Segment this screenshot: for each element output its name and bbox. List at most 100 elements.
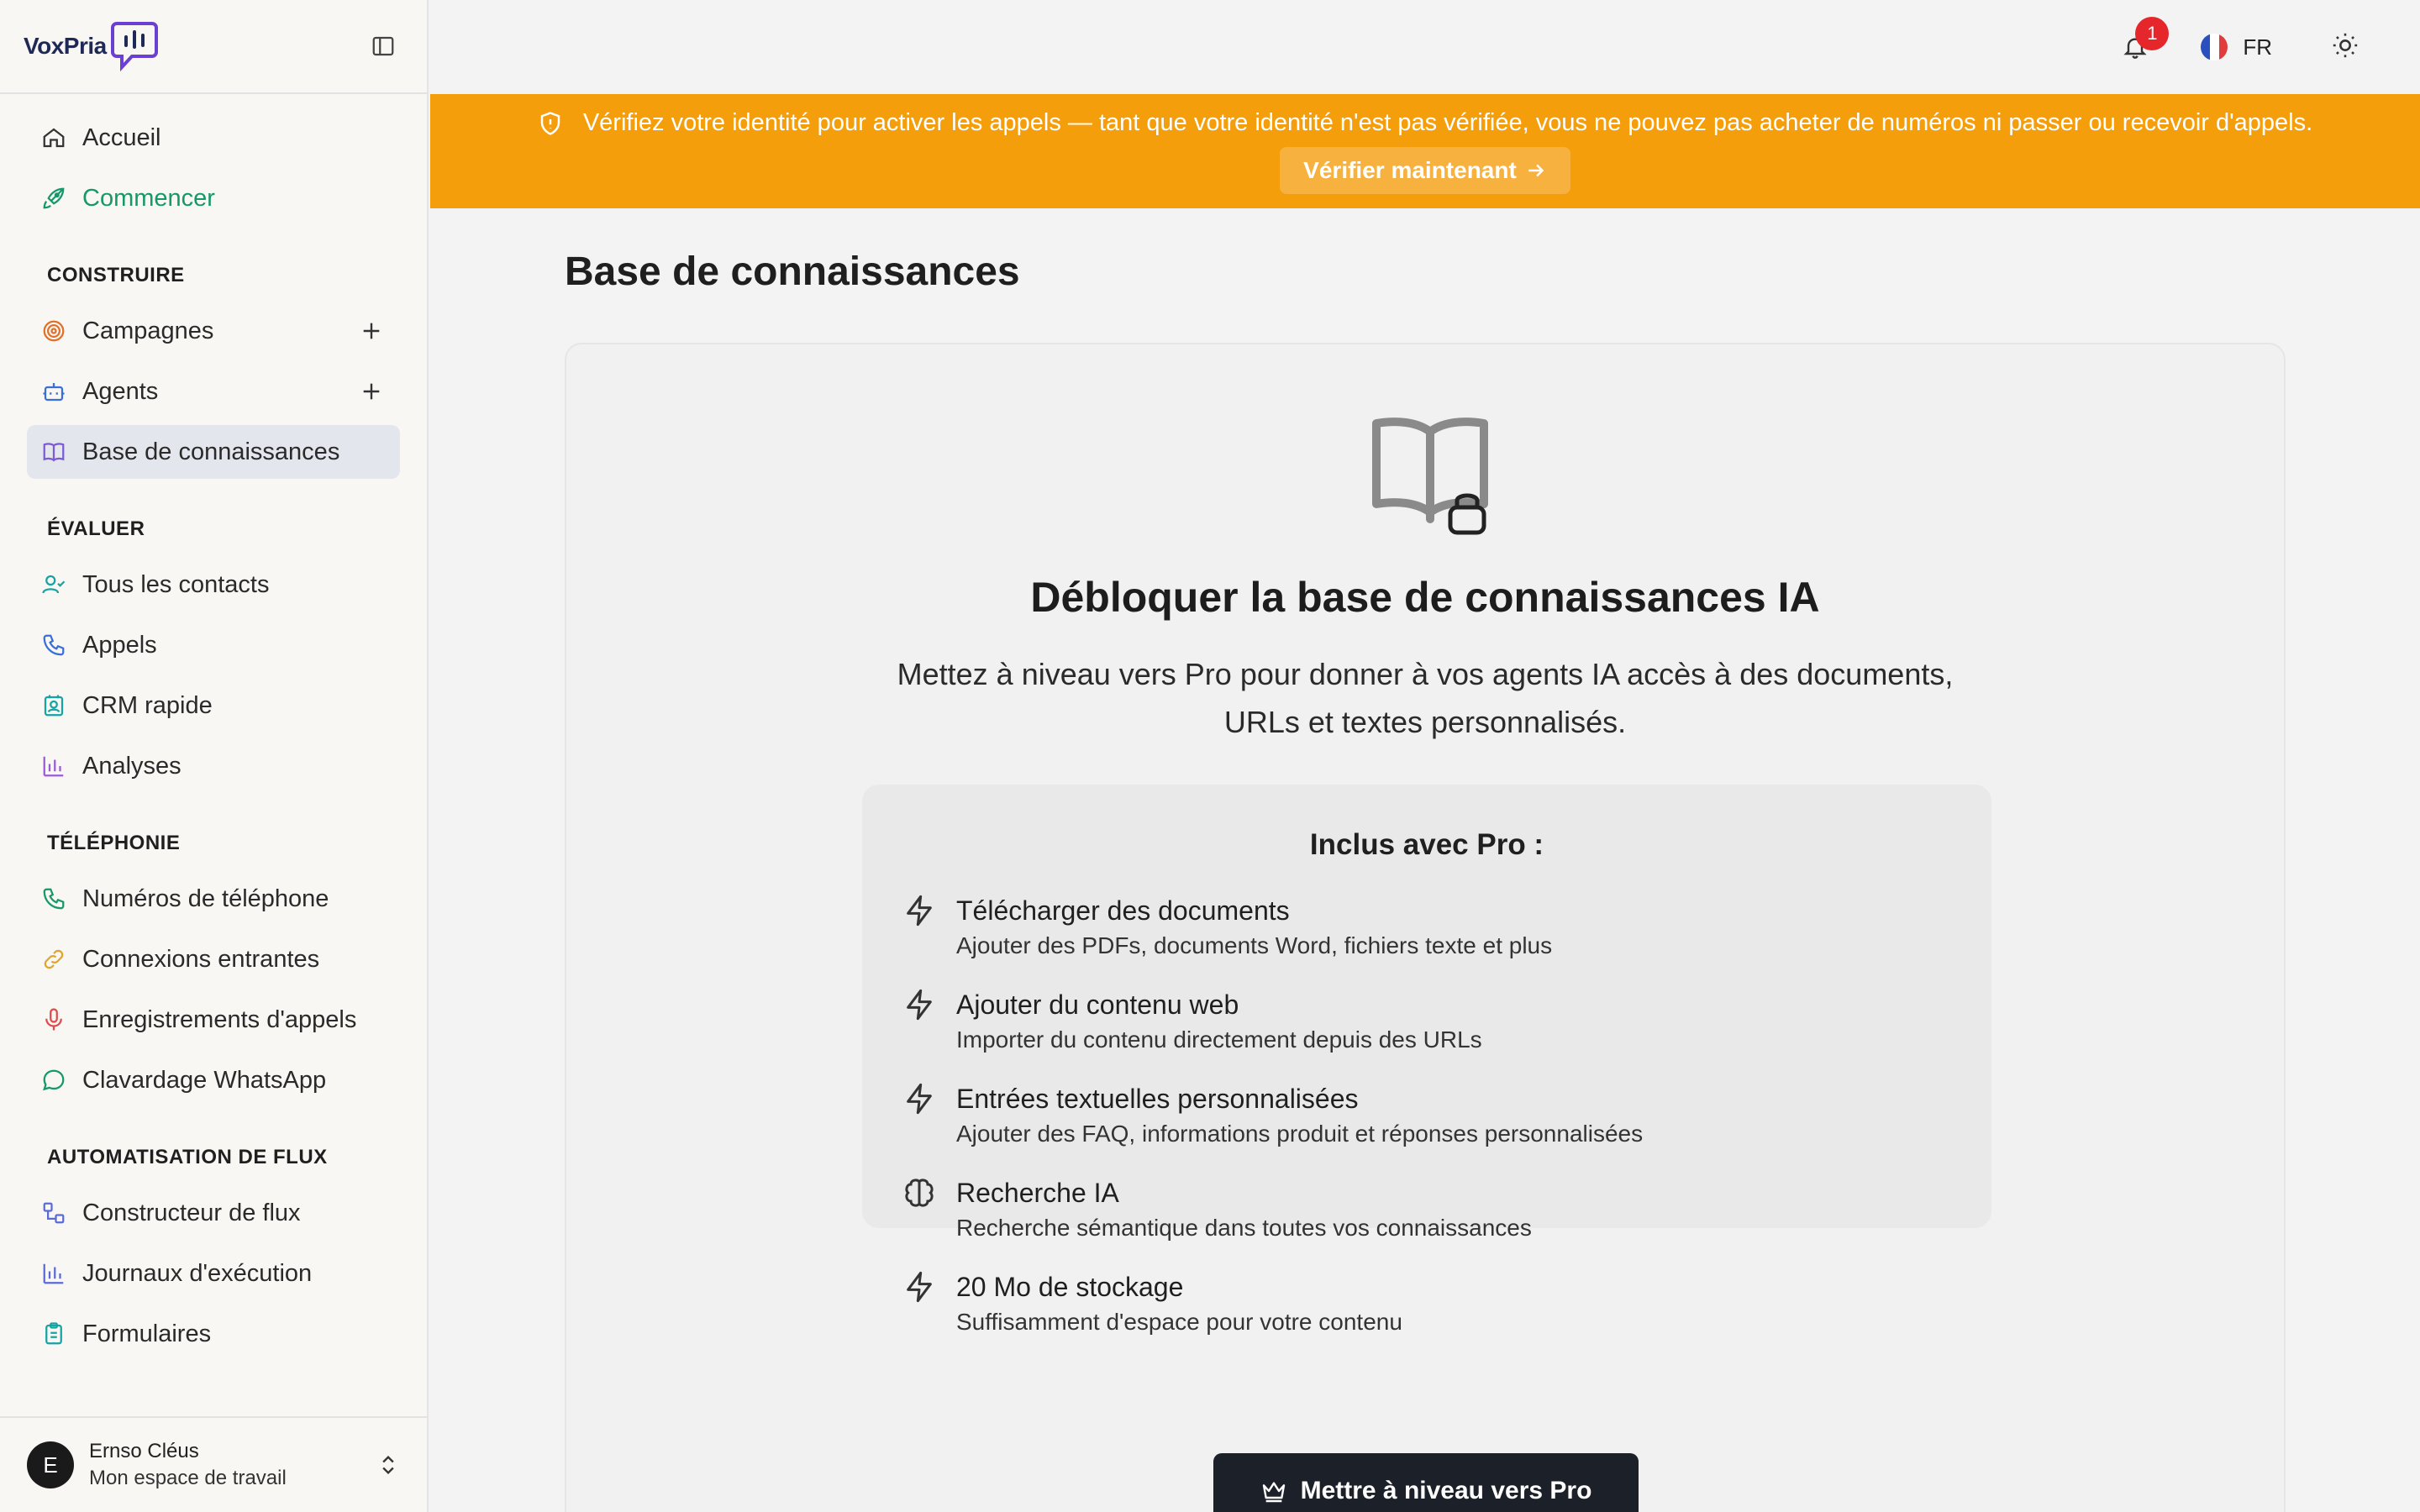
sidebar-item-tous-les-contacts[interactable]: Tous les contacts xyxy=(27,558,400,612)
sidebar-item-enregistrements[interactable]: Enregistrements d'appels xyxy=(27,993,400,1047)
panel-left-icon xyxy=(372,36,394,56)
notifications-button[interactable]: 1 xyxy=(2117,17,2170,66)
included-features-panel: Inclus avec Pro : Télécharger des docume… xyxy=(862,785,1991,1335)
sidebar-item-commencer[interactable]: Commencer xyxy=(27,171,400,225)
topbar: 1 FR xyxy=(430,0,2420,94)
brain-icon xyxy=(905,1179,934,1207)
sidebar-item-base-de-connaissances[interactable]: Base de connaissances xyxy=(27,425,400,479)
sidebar-item-crm-rapide[interactable]: CRM rapide xyxy=(27,679,400,732)
user-menu[interactable]: E Ernso Cléus Mon espace de travail xyxy=(0,1416,427,1512)
sidebar-header: VoxPria xyxy=(0,0,427,94)
verify-now-label: Vérifier maintenant xyxy=(1303,157,1517,183)
add-agent-icon[interactable] xyxy=(358,378,385,405)
sidebar-item-accueil[interactable]: Accueil xyxy=(27,111,400,165)
sidebar-item-label: Base de connaissances xyxy=(82,438,340,465)
bar-chart-icon xyxy=(40,753,67,780)
sidebar-item-journaux[interactable]: Journaux d'exécution xyxy=(27,1247,400,1300)
phone-icon xyxy=(40,885,67,912)
page-title: Base de connaissances xyxy=(565,249,1020,294)
included-title: Inclus avec Pro : xyxy=(1309,828,1544,861)
feature-desc: Importer du contenu directement depuis d… xyxy=(956,1026,1482,1053)
bolt-icon xyxy=(907,895,932,927)
hero-title: Débloquer la base de connaissances IA xyxy=(1030,574,1820,621)
sidebar-item-label: Analyses xyxy=(82,752,182,780)
sidebar-item-label: Campagnes xyxy=(82,317,214,344)
sidebar-item-connexions-entrantes[interactable]: Connexions entrantes xyxy=(27,932,400,986)
verify-now-button[interactable]: Vérifier maintenant xyxy=(1280,147,1570,194)
clipboard-icon xyxy=(40,1320,67,1347)
feature-desc: Ajouter des FAQ, informations produit et… xyxy=(956,1121,1644,1147)
crown-icon xyxy=(1262,1482,1285,1503)
sidebar-nav: Accueil Commencer CONSTRUIRE Campagnes A… xyxy=(0,94,427,1361)
home-icon xyxy=(40,124,67,151)
feature-desc: Ajouter des PDFs, documents Word, fichie… xyxy=(956,932,1553,958)
contact-card-icon xyxy=(40,692,67,719)
france-flag-icon xyxy=(2201,34,2228,60)
upgrade-card: Débloquer la base de connaissances IA Me… xyxy=(565,343,2286,1512)
sidebar-item-appels[interactable]: Appels xyxy=(27,618,400,672)
chevrons-up-down-icon xyxy=(382,1456,394,1474)
feature-item: Recherche IA Recherche sémantique dans to… xyxy=(902,1176,1643,1270)
avatar: E xyxy=(27,1441,74,1488)
sidebar-item-numeros[interactable]: Numéros de téléphone xyxy=(27,872,400,926)
language-selector[interactable]: FR xyxy=(2201,34,2272,60)
sidebar-item-label: Tous les contacts xyxy=(82,570,270,598)
bolt-icon xyxy=(907,1271,932,1303)
add-campaign-icon[interactable] xyxy=(358,318,385,344)
sidebar-item-label: Connexions entrantes xyxy=(82,945,320,973)
feature-title: Entrées textuelles personnalisées xyxy=(956,1084,1359,1114)
feature-title: Recherche IA xyxy=(956,1178,1119,1208)
sidebar-item-formulaires[interactable]: Formulaires xyxy=(27,1307,400,1361)
workflow-icon xyxy=(40,1200,67,1226)
feature-item: 20 Mo de stockage Suffisamment d'espace p… xyxy=(902,1270,1643,1364)
sidebar-item-label: Numéros de téléphone xyxy=(82,885,329,912)
theme-toggle-button[interactable] xyxy=(2331,31,2360,64)
sidebar-item-analyses[interactable]: Analyses xyxy=(27,739,400,793)
feature-list: Télécharger des documents Ajouter des PDF… xyxy=(902,894,1643,1364)
sidebar-item-label: Journaux d'exécution xyxy=(82,1259,313,1287)
section-title-construire: CONSTRUIRE xyxy=(47,264,185,286)
arrow-right-icon xyxy=(1528,164,1544,177)
feature-desc: Suffisamment d'espace pour votre contenu xyxy=(956,1309,1402,1335)
logo[interactable]: VoxPria xyxy=(24,20,159,72)
chat-bubble-icon xyxy=(40,1067,67,1094)
hero-subtitle-line-1: Mettez à niveau vers Pro pour donner à v… xyxy=(897,657,1954,691)
logo-text: VoxPria xyxy=(24,33,107,59)
bolt-icon xyxy=(907,1083,932,1115)
user-workspace: Mon espace de travail xyxy=(89,1467,287,1489)
sidebar-item-constructeur-de-flux[interactable]: Constructeur de flux xyxy=(27,1186,400,1240)
feature-title: Télécharger des documents xyxy=(956,895,1290,926)
shield-alert-icon xyxy=(540,111,560,135)
bar-chart-icon xyxy=(40,1260,67,1287)
bolt-icon xyxy=(907,989,932,1021)
sidebar-item-label: Agents xyxy=(82,377,159,405)
target-icon xyxy=(40,318,67,344)
book-icon xyxy=(40,438,67,465)
section-title-evaluer: ÉVALUER xyxy=(47,517,145,540)
mic-icon xyxy=(40,1006,67,1033)
hero-subtitle-line-2: URLs et textes personnalisés. xyxy=(1223,705,1627,739)
sidebar-toggle-button[interactable] xyxy=(368,31,398,61)
rocket-icon xyxy=(40,185,67,212)
feature-title: 20 Mo de stockage xyxy=(956,1272,1184,1302)
phone-icon xyxy=(40,632,67,659)
feature-item: Ajouter du contenu web Importer du conten… xyxy=(902,988,1643,1082)
sidebar-item-label: Accueil xyxy=(82,123,161,151)
sidebar-item-agents[interactable]: Agents xyxy=(27,365,400,418)
upgrade-label: Mettre à niveau vers Pro xyxy=(1300,1477,1592,1504)
upgrade-to-pro-button[interactable]: Mettre à niveau vers Pro xyxy=(1213,1453,1639,1512)
banner-message: Vérifiez votre identité pour activer les… xyxy=(582,109,2313,136)
notification-badge: 1 xyxy=(2135,17,2170,50)
sidebar-item-whatsapp[interactable]: Clavardage WhatsApp xyxy=(27,1053,400,1107)
verification-banner: Vérifiez votre identité pour activer les… xyxy=(430,94,2420,208)
language-code: FR xyxy=(2243,34,2272,60)
link-icon xyxy=(40,946,67,973)
sidebar-item-label: Constructeur de flux xyxy=(82,1199,301,1226)
sidebar-item-label: Enregistrements d'appels xyxy=(82,1005,357,1033)
feature-item: Télécharger des documents Ajouter des PDF… xyxy=(902,894,1643,988)
locked-book-icon xyxy=(1372,417,1488,535)
feature-item: Entrées textuelles personnalisées Ajouter… xyxy=(902,1082,1643,1176)
sidebar-item-campagnes[interactable]: Campagnes xyxy=(27,304,400,358)
feature-title: Ajouter du contenu web xyxy=(956,990,1239,1020)
user-check-icon xyxy=(40,571,67,598)
